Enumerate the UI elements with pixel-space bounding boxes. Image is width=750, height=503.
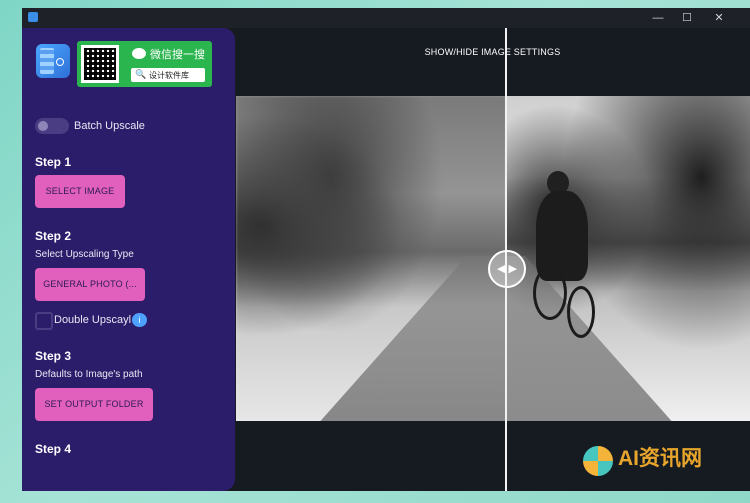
app-window: — ☐ ✕ 微信搜一搜 🔍 设计软件库 Batch Upscale Step 1… xyxy=(22,8,750,491)
sidebar: 微信搜一搜 🔍 设计软件库 Batch Upscale Step 1 SELEC… xyxy=(22,28,235,491)
batch-upscale-toggle[interactable] xyxy=(35,118,69,134)
wechat-icon xyxy=(132,48,146,59)
step4-title: Step 4 xyxy=(35,442,72,456)
maximize-icon[interactable]: ☐ xyxy=(676,10,698,26)
image-settings-toggle[interactable]: SHOW/HIDE IMAGE SETTINGS xyxy=(235,47,750,57)
double-upscayl-label: Double Upscayl xyxy=(54,314,132,326)
wechat-search-box[interactable]: 🔍 设计软件库 xyxy=(131,68,205,82)
bicycle-wheel xyxy=(567,286,595,338)
close-icon[interactable]: ✕ xyxy=(708,10,730,26)
step2-title: Step 2 xyxy=(35,229,72,243)
app-icon xyxy=(28,12,38,22)
double-upscayl-checkbox[interactable] xyxy=(35,312,53,330)
toggle-knob xyxy=(38,121,48,131)
info-icon[interactable]: i xyxy=(132,313,147,327)
output-path-hint: Defaults to Image's path xyxy=(35,369,143,380)
upscayl-logo xyxy=(36,44,70,78)
search-icon: 🔍 xyxy=(135,69,147,79)
wechat-search-text: 设计软件库 xyxy=(149,71,189,80)
batch-upscale-label: Batch Upscale xyxy=(74,120,145,132)
step3-title: Step 3 xyxy=(35,349,72,363)
logo-lens-icon xyxy=(56,58,64,66)
bicycle-wheel xyxy=(533,266,567,320)
wechat-promo-card[interactable]: 微信搜一搜 🔍 设计软件库 xyxy=(77,41,212,87)
upscaling-type-select[interactable]: GENERAL PHOTO (... xyxy=(35,268,145,301)
wechat-title: 微信搜一搜 xyxy=(150,49,205,61)
set-output-folder-button[interactable]: SET OUTPUT FOLDER xyxy=(35,388,153,421)
logo-checker-icon xyxy=(40,48,54,74)
title-bar: — ☐ ✕ xyxy=(22,8,750,28)
image-preview-area: SHOW/HIDE IMAGE SETTINGS ◀ ▶ xyxy=(235,28,750,491)
minimize-icon[interactable]: — xyxy=(647,10,669,26)
select-image-button[interactable]: SELECT IMAGE xyxy=(35,175,125,208)
slider-handle-icon[interactable]: ◀ ▶ xyxy=(488,250,526,288)
upscaling-type-label: Select Upscaling Type xyxy=(35,249,134,260)
watermark-text: AI资讯网 xyxy=(618,447,702,470)
watermark-logo-icon xyxy=(583,446,613,476)
qr-code-image xyxy=(81,45,119,83)
step1-title: Step 1 xyxy=(35,155,72,169)
